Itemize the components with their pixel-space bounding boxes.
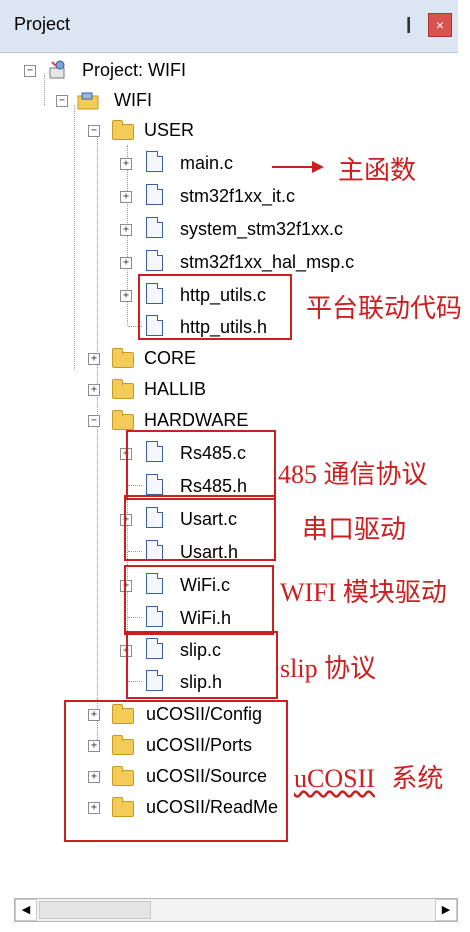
tree-connector <box>74 105 75 370</box>
file-label: main.c <box>180 153 234 173</box>
target-folder-icon <box>76 90 102 117</box>
annotation-box-ucosii <box>64 700 288 842</box>
tree-group-core[interactable]: + CORE <box>88 344 228 374</box>
tree-group-user[interactable]: − USER <box>88 116 228 146</box>
arrow-icon <box>272 161 324 173</box>
collapse-toggle[interactable]: − <box>24 65 36 77</box>
folder-open-icon <box>112 410 134 430</box>
target-label: WIFI <box>114 90 152 110</box>
pin-icon[interactable]: ❙ <box>402 14 415 34</box>
file-label: stm32f1xx_it.c <box>180 186 296 206</box>
collapse-toggle[interactable]: − <box>88 125 100 137</box>
folder-icon <box>112 348 134 368</box>
c-file-icon <box>146 151 163 172</box>
annotation-box-wifi <box>124 565 274 635</box>
scroll-right-button[interactable]: ▶ <box>435 899 457 921</box>
c-file-icon <box>146 250 163 271</box>
annotation-platform-link: 平台联动代码 <box>306 294 463 323</box>
tree-node-project[interactable]: − Project: WIFI <box>24 56 244 86</box>
folder-open-icon <box>112 120 134 140</box>
annotation-ucosii: uCOSII 系统 <box>294 758 443 795</box>
file-label: system_stm32f1xx.c <box>180 219 344 239</box>
c-file-icon <box>146 184 163 205</box>
file-label: stm32f1xx_hal_msp.c <box>180 252 355 272</box>
close-button[interactable]: × <box>428 13 452 37</box>
annotation-rs485: 485 通信协议 <box>278 460 428 489</box>
expand-toggle[interactable]: + <box>120 290 132 302</box>
annotation-ucosii-suffix: 系统 <box>391 764 444 793</box>
collapse-toggle[interactable]: − <box>56 95 68 107</box>
annotation-box-http <box>138 274 292 340</box>
c-file-icon <box>146 217 163 238</box>
project-icon <box>46 58 70 87</box>
expand-toggle[interactable]: + <box>120 224 132 236</box>
scroll-thumb[interactable] <box>39 901 151 919</box>
annotation-box-slip <box>126 631 278 699</box>
expand-toggle[interactable]: + <box>88 384 100 396</box>
group-label: HALLIB <box>144 379 207 399</box>
expand-toggle[interactable]: + <box>120 257 132 269</box>
group-label: HARDWARE <box>144 410 249 430</box>
tree-group-hallib[interactable]: + HALLIB <box>88 375 228 405</box>
collapse-toggle[interactable]: − <box>88 415 100 427</box>
scroll-left-button[interactable]: ◀ <box>15 899 37 921</box>
annotation-slip: slip 协议 <box>280 654 377 683</box>
annotation-serial: 串口驱动 <box>302 515 407 544</box>
group-label: CORE <box>144 348 197 368</box>
horizontal-scrollbar[interactable]: ◀ ▶ <box>14 898 458 922</box>
folder-icon <box>112 379 134 399</box>
annotation-box-rs485 <box>126 430 276 500</box>
annotation-main-function: 主函数 <box>338 156 417 185</box>
expand-toggle[interactable]: + <box>120 158 132 170</box>
panel-title: Project <box>14 14 71 34</box>
annotation-ucosii-word: uCOSII <box>294 764 375 793</box>
expand-toggle[interactable]: + <box>120 191 132 203</box>
tree-connector <box>97 135 98 740</box>
annotation-wifi: WIFI 模块驱动 <box>280 578 447 607</box>
expand-toggle[interactable]: + <box>88 353 100 365</box>
annotation-box-usart <box>124 495 276 561</box>
tree-file[interactable]: + system_stm32f1xx.c <box>120 215 360 245</box>
group-label: USER <box>144 120 195 140</box>
tree-node-target[interactable]: − WIFI <box>56 86 196 116</box>
project-label: Project: WIFI <box>82 60 187 80</box>
tree-file[interactable]: + stm32f1xx_it.c <box>120 182 340 212</box>
panel-titlebar: Project ❙ × <box>0 0 458 53</box>
